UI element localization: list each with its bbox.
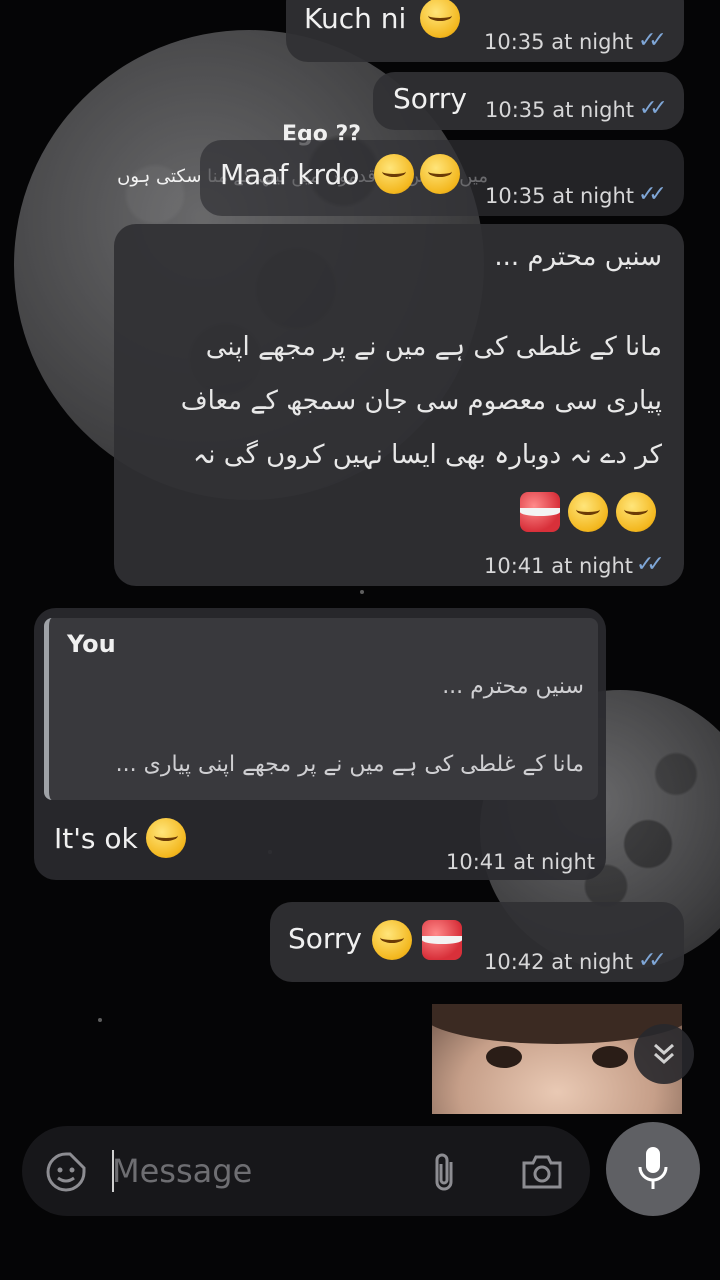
sticker-icon bbox=[46, 1152, 86, 1192]
microphone-icon bbox=[638, 1147, 668, 1189]
message-text: Sorry bbox=[288, 922, 363, 955]
message-bubble[interactable]: Sorry 10:42 at night ✓✓ bbox=[270, 902, 684, 982]
message-bubble[interactable]: Sorry 10:35 at night ✓✓ bbox=[373, 72, 684, 130]
camera-button[interactable] bbox=[516, 1148, 568, 1196]
chevron-double-down-icon bbox=[654, 1043, 674, 1065]
message-bubble[interactable]: Maaf krdo 10:35 at night ✓✓ bbox=[200, 140, 684, 216]
read-receipt-icon: ✓✓ bbox=[638, 182, 667, 207]
quoted-text-line: مانا کے غلطی کی ہے میں نے پر مجھے اپنی پ… bbox=[115, 752, 584, 777]
sticker-button[interactable] bbox=[42, 1148, 90, 1196]
message-time: 10:42 at night bbox=[484, 950, 633, 974]
crying-face-emoji bbox=[420, 0, 460, 38]
message-time: 10:35 at night bbox=[485, 98, 634, 122]
camera-icon bbox=[522, 1155, 562, 1189]
attach-button[interactable] bbox=[420, 1148, 468, 1196]
scroll-to-bottom-button[interactable] bbox=[634, 1024, 694, 1084]
photo-eye bbox=[592, 1046, 628, 1068]
sad-face-emoji bbox=[420, 154, 460, 194]
message-time: 10:41 at night bbox=[484, 554, 633, 578]
pleading-face-emoji bbox=[616, 492, 656, 532]
quoted-text-line: سنیں محترم ... bbox=[442, 674, 584, 699]
message-text-line: پیاری سی معصوم سی جان سمجھ کے معاف bbox=[180, 386, 662, 416]
smiling-face-emoji bbox=[146, 818, 186, 858]
paperclip-icon bbox=[435, 1153, 453, 1191]
message-time: 10:41 at night bbox=[446, 850, 595, 874]
mending-heart-emoji bbox=[422, 920, 462, 960]
star bbox=[98, 1018, 102, 1022]
mending-heart-emoji bbox=[520, 492, 560, 532]
message-text-line: سنیں محترم ... bbox=[494, 242, 662, 272]
message-text-line: کر دے نہ دوبارہ بھی ایسا نہیں کروں گی نہ bbox=[193, 440, 662, 470]
message-composer bbox=[22, 1126, 590, 1216]
crying-face-emoji bbox=[372, 920, 412, 960]
text-caret bbox=[112, 1150, 114, 1192]
read-receipt-icon: ✓✓ bbox=[638, 948, 667, 973]
star bbox=[360, 590, 364, 594]
message-bubble[interactable]: سنیں محترم ... مانا کے غلطی کی ہے میں نے… bbox=[114, 224, 684, 586]
message-input[interactable] bbox=[112, 1146, 402, 1196]
voice-record-button[interactable] bbox=[606, 1122, 700, 1216]
message-text-line: مانا کے غلطی کی ہے میں نے پر مجھے اپنی bbox=[205, 332, 662, 362]
message-text: It's ok bbox=[54, 822, 138, 855]
message-time: 10:35 at night bbox=[484, 30, 633, 54]
message-time: 10:35 at night bbox=[485, 184, 634, 208]
crying-face-emoji bbox=[374, 154, 414, 194]
message-text: Sorry bbox=[393, 82, 468, 115]
read-receipt-icon: ✓✓ bbox=[636, 552, 665, 577]
message-text: Maaf krdo bbox=[220, 158, 360, 191]
message-bubble[interactable]: Kuch ni 10:35 at night ✓✓ bbox=[286, 0, 684, 62]
quoted-reply[interactable]: You سنیں محترم ... مانا کے غلطی کی ہے می… bbox=[44, 618, 598, 800]
quoted-sender: You bbox=[67, 630, 116, 658]
photo-eye bbox=[486, 1046, 522, 1068]
read-receipt-icon: ✓✓ bbox=[638, 28, 667, 53]
sad-face-emoji bbox=[568, 492, 608, 532]
message-text: Kuch ni bbox=[304, 2, 407, 35]
read-receipt-icon: ✓✓ bbox=[639, 96, 668, 121]
